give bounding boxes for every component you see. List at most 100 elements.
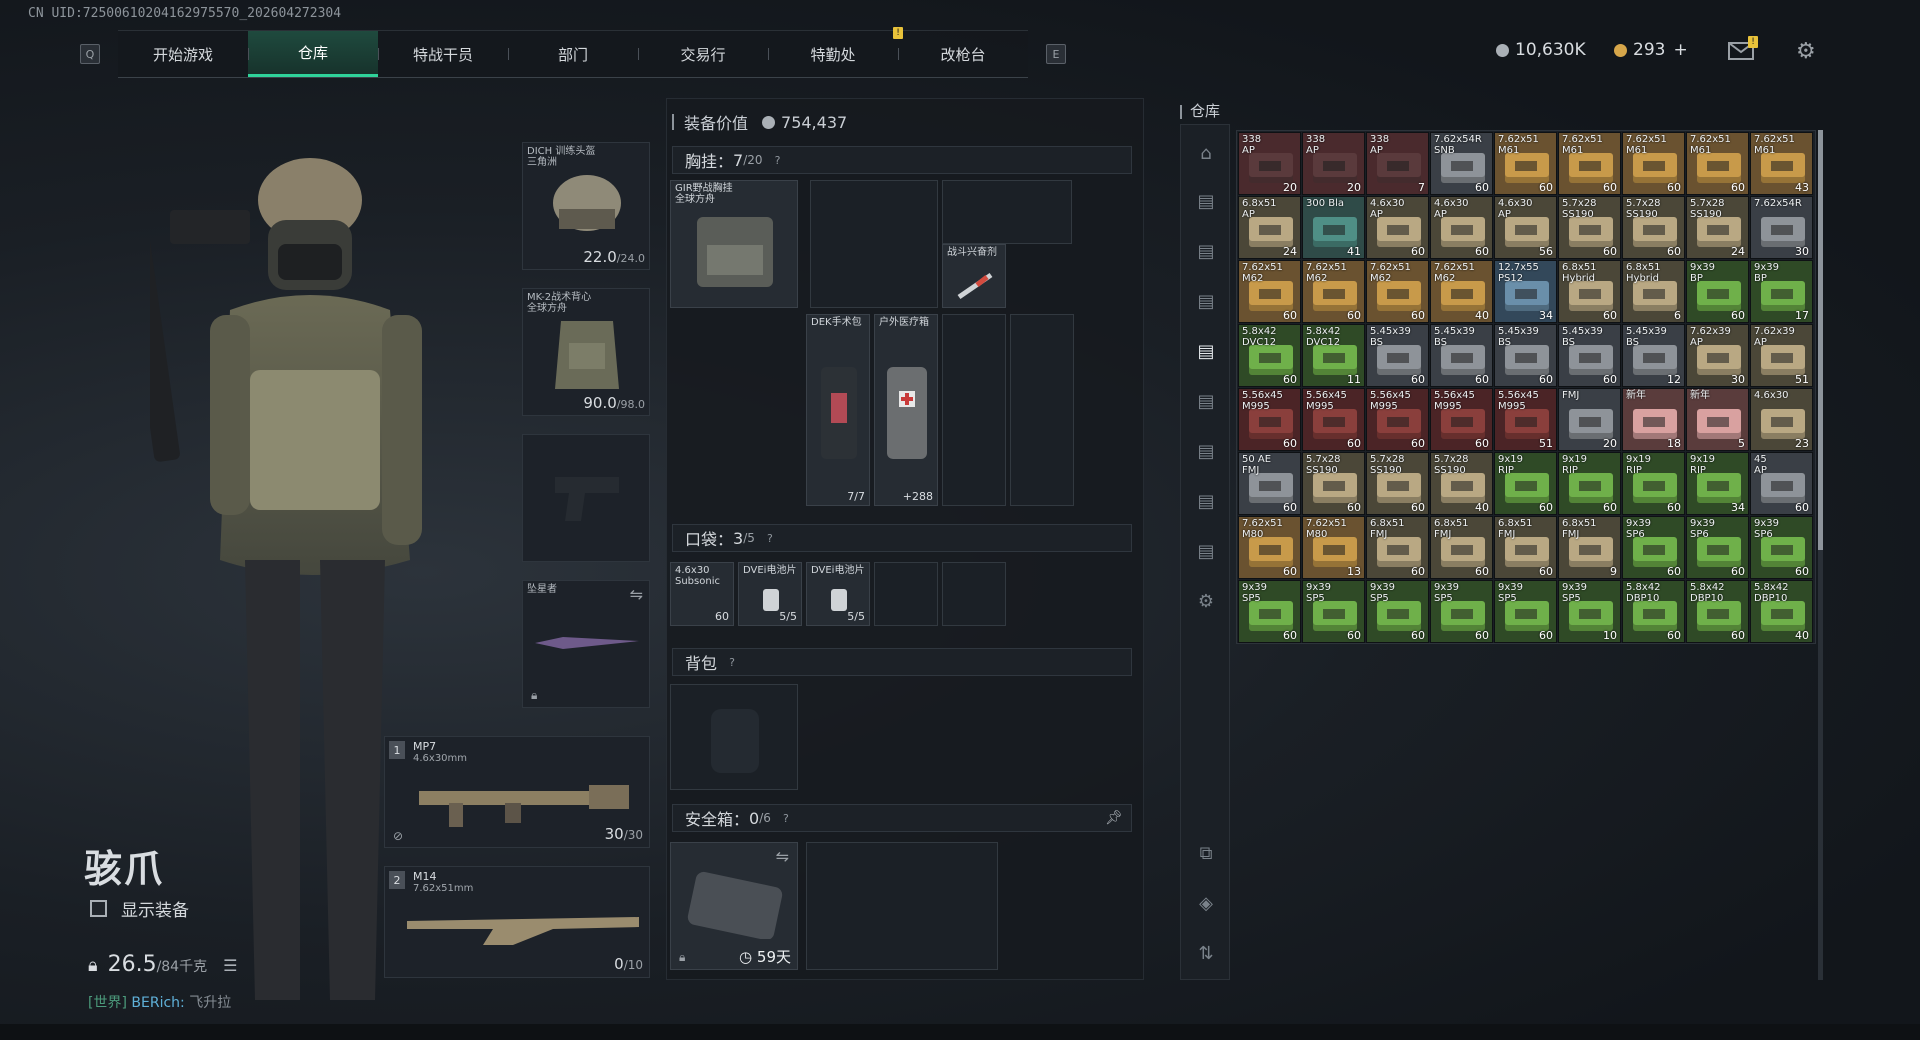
pin-icon[interactable]: 📌︎ [1105, 810, 1123, 826]
warehouse-item[interactable]: 5.56x45 M995 60 [1430, 388, 1493, 451]
sort-icon[interactable]: ⇅ [1194, 941, 1218, 965]
pocket-ammo-item[interactable]: 4.6x30 Subsonic 60 [670, 562, 734, 626]
battery-item[interactable]: DVEi电池片 5/5 [806, 562, 870, 626]
warehouse-item[interactable]: 4.6x30 23 [1750, 388, 1813, 451]
next-tab-key[interactable]: E [1046, 44, 1066, 64]
layers-icon[interactable]: ◈ [1194, 891, 1218, 915]
tab-department[interactable]: 部门 [508, 31, 638, 77]
warehouse-item[interactable]: 6.8x51 FMJ 60 [1494, 516, 1557, 579]
warehouse-item[interactable]: 7.62x51 M61 60 [1558, 132, 1621, 195]
warehouse-item[interactable]: 6.8x51 AP 24 [1238, 196, 1301, 259]
warehouse-item[interactable]: 9x39 BP 17 [1750, 260, 1813, 323]
warehouse-item[interactable]: 45 AP 60 [1750, 452, 1813, 515]
warehouse-item[interactable]: 7.62x51 M61 60 [1494, 132, 1557, 195]
tab-special-ops[interactable]: 特勤处 [768, 31, 898, 77]
warehouse-item[interactable]: 7.62x51 M61 60 [1686, 132, 1749, 195]
surgery-kit-item[interactable]: DEK手术包 7/7 [806, 314, 870, 506]
warehouse-item[interactable]: 7.62x54R 30 [1750, 196, 1813, 259]
warehouse-item[interactable]: 7.62x51 M62 60 [1238, 260, 1301, 323]
armor-slot[interactable]: MK-2战术背心 全球方舟 90.0/98.0 [522, 288, 650, 416]
chest-slot-empty[interactable] [810, 180, 938, 308]
chest-rig-item[interactable]: GIR野战胸挂 全球方舟 [670, 180, 798, 308]
warehouse-tool-icon[interactable]: ⧉ [1194, 841, 1218, 865]
warehouse-all-icon[interactable]: ⌂ [1194, 141, 1218, 165]
warehouse-item[interactable]: 338 AP 7 [1366, 132, 1429, 195]
show-equipment-checkbox[interactable] [90, 900, 107, 917]
warehouse-item[interactable]: 9x39 SP5 60 [1366, 580, 1429, 643]
warehouse-item[interactable]: 5.45x39 BS 12 [1622, 324, 1685, 387]
warehouse-item[interactable]: 5.7x28 SS190 60 [1558, 196, 1621, 259]
gold-currency[interactable]: 293 + [1614, 40, 1688, 60]
warehouse-item[interactable]: 4.6x30 AP 60 [1430, 196, 1493, 259]
warehouse-page-2-icon[interactable]: ▤ [1194, 239, 1218, 263]
warehouse-item[interactable]: 4.6x30 AP 56 [1494, 196, 1557, 259]
warehouse-item[interactable]: 6.8x51 Hybrid 6 [1622, 260, 1685, 323]
warehouse-item[interactable]: 新年 18 [1622, 388, 1685, 451]
warehouse-item[interactable]: 5.45x39 BS 60 [1366, 324, 1429, 387]
warehouse-item[interactable]: 9x39 SP6 60 [1686, 516, 1749, 579]
warehouse-item[interactable]: 5.7x28 SS190 60 [1622, 196, 1685, 259]
help-icon[interactable]: ? [771, 153, 785, 167]
show-equipment-toggle[interactable]: 显示装备 [90, 896, 189, 921]
warehouse-page-1-icon[interactable]: ▤ [1194, 189, 1218, 213]
swap-icon[interactable]: ⇋ [776, 847, 789, 866]
warehouse-scrollbar[interactable] [1818, 130, 1823, 980]
warehouse-page-3-icon[interactable]: ▤ [1194, 289, 1218, 313]
world-chat-line[interactable]: [世界] BERich: 飞升拉 [88, 992, 231, 1012]
pocket-slot-empty[interactable] [942, 562, 1006, 626]
warehouse-item[interactable]: 5.56x45 M995 60 [1366, 388, 1429, 451]
warehouse-item[interactable]: FMJ 20 [1558, 388, 1621, 451]
warehouse-item[interactable]: 5.56x45 M995 60 [1302, 388, 1365, 451]
settings-gear-icon[interactable]: ⚙ [1796, 40, 1820, 64]
help-icon[interactable]: ? [779, 811, 793, 825]
warehouse-item[interactable]: 9x39 BP 60 [1686, 260, 1749, 323]
warehouse-item[interactable]: 9x39 SP5 10 [1558, 580, 1621, 643]
warehouse-item[interactable]: 6.8x51 FMJ 60 [1430, 516, 1493, 579]
secondary-weapon-slot[interactable]: 2 M14 7.62x51mm 0/10 [384, 866, 650, 978]
pocket-slot-empty[interactable] [874, 562, 938, 626]
warehouse-item[interactable]: 9x39 SP5 60 [1494, 580, 1557, 643]
tab-gunsmith[interactable]: 改枪台 [898, 31, 1028, 77]
combat-stim-item[interactable]: 战斗兴奋剂 [942, 244, 1006, 308]
silver-currency[interactable]: 10,630K [1496, 40, 1586, 60]
warehouse-item[interactable]: 12.7x55 PS12 34 [1494, 260, 1557, 323]
warehouse-settings-icon[interactable]: ⚙ [1194, 589, 1218, 613]
warehouse-item[interactable]: 5.45x39 BS 60 [1430, 324, 1493, 387]
prev-tab-key[interactable]: Q [80, 44, 100, 64]
tab-start-game[interactable]: 开始游戏 [118, 31, 248, 77]
warehouse-page-4-icon[interactable]: ▤ [1194, 339, 1218, 363]
warehouse-page-5-icon[interactable]: ▤ [1194, 389, 1218, 413]
warehouse-item[interactable]: 7.62x51 M61 60 [1622, 132, 1685, 195]
warehouse-item[interactable]: 4.6x30 AP 60 [1366, 196, 1429, 259]
warehouse-item[interactable]: 9x39 SP5 60 [1302, 580, 1365, 643]
warehouse-item[interactable]: 7.62x39 AP 30 [1686, 324, 1749, 387]
warehouse-page-7-icon[interactable]: ▤ [1194, 489, 1218, 513]
backpack-slot-empty[interactable] [670, 684, 798, 790]
warehouse-item[interactable]: 9x19 RIP 60 [1494, 452, 1557, 515]
warehouse-item[interactable]: 5.8x42 DVC12 60 [1238, 324, 1301, 387]
warehouse-item[interactable]: 5.45x39 BS 60 [1558, 324, 1621, 387]
warehouse-item[interactable]: 9x19 RIP 60 [1558, 452, 1621, 515]
warehouse-item[interactable]: 7.62x51 M80 13 [1302, 516, 1365, 579]
warehouse-item[interactable]: 5.7x28 SS190 60 [1366, 452, 1429, 515]
warehouse-item[interactable]: 6.8x51 FMJ 60 [1366, 516, 1429, 579]
chest-slot-empty[interactable] [942, 180, 1072, 244]
melee-slot[interactable]: 坠星者 ⇋ 🔒︎ [522, 580, 650, 708]
helmet-slot[interactable]: DICH 训练头盔 三角洲 22.0/24.0 [522, 142, 650, 270]
help-icon[interactable]: ? [725, 655, 739, 669]
warehouse-item[interactable]: 5.7x28 SS190 40 [1430, 452, 1493, 515]
warehouse-item[interactable]: 7.62x54R SNB 60 [1430, 132, 1493, 195]
warehouse-item[interactable]: 9x19 RIP 34 [1686, 452, 1749, 515]
warehouse-item[interactable]: 9x19 RIP 60 [1622, 452, 1685, 515]
warehouse-item[interactable]: 6.8x51 FMJ 9 [1558, 516, 1621, 579]
battery-item[interactable]: DVEi电池片 5/5 [738, 562, 802, 626]
warehouse-item[interactable]: 5.7x28 SS190 24 [1686, 196, 1749, 259]
warehouse-item[interactable]: 338 AP 20 [1238, 132, 1301, 195]
warehouse-item[interactable]: 5.56x45 M995 51 [1494, 388, 1557, 451]
warehouse-item[interactable]: 7.62x51 M80 60 [1238, 516, 1301, 579]
warehouse-item[interactable]: 9x39 SP5 60 [1430, 580, 1493, 643]
warehouse-item[interactable]: 7.62x51 M62 40 [1430, 260, 1493, 323]
warehouse-item[interactable]: 7.62x51 M62 60 [1366, 260, 1429, 323]
warehouse-item[interactable]: 5.8x42 DBP10 60 [1686, 580, 1749, 643]
tab-operators[interactable]: 特战干员 [378, 31, 508, 77]
